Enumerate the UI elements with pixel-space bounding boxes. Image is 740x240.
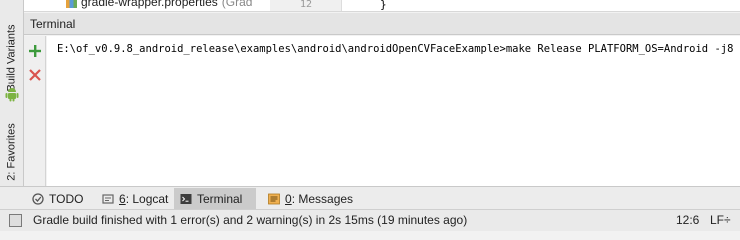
terminal-actions (24, 36, 46, 186)
left-tool-strip: Build Variants 2: Favorites (0, 0, 24, 186)
messages-number: 0 (285, 191, 292, 206)
terminal-tool-button[interactable]: Terminal (174, 188, 256, 209)
new-session-plus-icon[interactable] (28, 44, 42, 58)
terminal-icon (180, 193, 192, 204)
line-number: 12 (300, 0, 313, 10)
terminal-panel-title: Terminal (30, 16, 76, 31)
terminal-output[interactable]: E:\of_v0.9.8_android_release\examples\an… (47, 36, 740, 186)
line-separator[interactable]: LF÷ (710, 213, 731, 227)
toggle-tool-windows-icon[interactable] (9, 214, 22, 227)
messages-label: : Messages (291, 191, 354, 206)
messages-tool-button[interactable]: 0: Messages (262, 188, 359, 209)
file-tab-name: gradle-wrapper.properties (81, 0, 218, 9)
close-session-icon[interactable] (28, 68, 42, 82)
code-fragment: } (380, 0, 387, 11)
tool-window-bar: TODO 6: Logcat Terminal 0: Messages (0, 186, 740, 210)
status-bar: Gradle build finished with 1 error(s) an… (0, 210, 740, 231)
messages-icon (268, 193, 280, 204)
logcat-icon (102, 193, 114, 204)
logcat-label: : Logcat (125, 191, 169, 206)
status-message[interactable]: Gradle build finished with 1 error(s) an… (33, 213, 467, 227)
file-tab-hint: (Grad (221, 0, 253, 9)
terminal-command-line: E:\of_v0.9.8_android_release\examples\an… (57, 43, 740, 55)
editor-area: gradle-wrapper.properties (Grad 12 } (24, 0, 740, 12)
properties-file-icon (66, 0, 77, 8)
favorites-label: 2: Favorites (6, 123, 18, 181)
todo-tool-button[interactable]: TODO (26, 188, 89, 209)
terminal-tool-label: Terminal (197, 191, 243, 206)
logcat-tool-button[interactable]: 6: Logcat (96, 188, 174, 209)
cursor-position[interactable]: 12:6 (676, 213, 699, 227)
android-icon (5, 88, 19, 102)
build-variants-label: Build Variants (6, 24, 18, 92)
todo-label: TODO (49, 191, 84, 206)
logcat-number: 6 (119, 191, 126, 206)
favorites-tab[interactable]: 2: Favorites (0, 120, 24, 184)
terminal-panel-header: Terminal (24, 13, 740, 35)
todo-icon (32, 192, 44, 205)
editor-file-tab[interactable]: gradle-wrapper.properties (Grad (66, 0, 252, 9)
